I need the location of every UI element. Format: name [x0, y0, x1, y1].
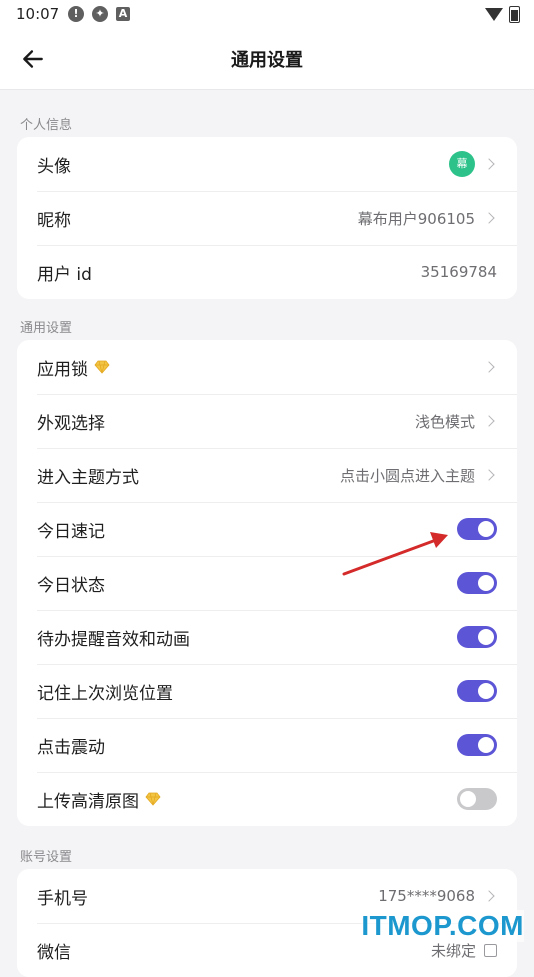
row-upload-hd: 上传高清原图 [17, 772, 517, 826]
todo-effects-toggle[interactable] [457, 626, 497, 648]
row-label: 进入主题方式 [37, 467, 139, 488]
watermark-logo: ITMOP.COM [361, 910, 524, 942]
appearance-value: 浅色模式 [414, 412, 475, 431]
sync-icon: ✦ [92, 6, 108, 22]
chevron-right-icon [483, 415, 495, 427]
battery-icon [509, 6, 520, 23]
click-vibrate-toggle[interactable] [457, 734, 497, 756]
status-bar: 10:07 ! ✦ A [0, 0, 534, 30]
chevron-right-icon [483, 890, 495, 902]
row-label: 外观选择 [37, 413, 105, 434]
status-system-icons [485, 6, 520, 23]
row-label: 微信 [37, 942, 71, 963]
phone-value: 175****9068 [378, 887, 475, 905]
row-label: 头像 [37, 156, 71, 177]
section-label-personal: 个人信息 [20, 118, 73, 133]
remember-position-toggle[interactable] [457, 680, 497, 702]
row-theme-entry[interactable]: 进入主题方式 点击小圆点进入主题 [17, 448, 517, 502]
row-label: 今日状态 [37, 575, 105, 596]
avatar: 幕 [449, 151, 475, 177]
alert-icon: ! [68, 6, 84, 22]
theme-entry-value: 点击小圆点进入主题 [339, 466, 475, 485]
row-label: 上传高清原图 [37, 791, 139, 812]
upload-hd-toggle[interactable] [457, 788, 497, 810]
diamond-icon [94, 360, 110, 374]
top-app-bar: 通用设置 [0, 30, 534, 90]
nickname-value: 幕布用户906105 [357, 209, 475, 228]
row-avatar[interactable]: 头像 幕 [17, 137, 517, 191]
row-app-lock[interactable]: 应用锁 [17, 340, 517, 394]
section-label-account: 账号设置 [20, 850, 73, 865]
row-label: 点击震动 [37, 737, 105, 758]
a-square-icon: A [116, 7, 130, 21]
chevron-right-icon [483, 361, 495, 373]
row-click-vibrate: 点击震动 [17, 718, 517, 772]
chevron-right-icon [483, 469, 495, 481]
row-label: 昵称 [37, 210, 71, 231]
row-user-id: 用户 id 35169784 [17, 245, 517, 299]
status-notification-icons: ! ✦ A [68, 6, 130, 22]
row-label: 应用锁 [37, 359, 88, 380]
row-label: 今日速记 [37, 521, 105, 542]
row-label: 用户 id [37, 264, 92, 285]
page-title: 通用设置 [231, 50, 303, 71]
general-settings-card: 应用锁 外观选择 浅色模式 进入主题方式 点击小圆点进入主题 今日速记 今日状态 [17, 340, 517, 826]
checkbox-icon [484, 943, 497, 957]
diamond-icon [145, 792, 161, 806]
today-status-toggle[interactable] [457, 572, 497, 594]
row-todo-effects: 待办提醒音效和动画 [17, 610, 517, 664]
section-label-general: 通用设置 [20, 321, 73, 336]
row-appearance[interactable]: 外观选择 浅色模式 [17, 394, 517, 448]
wechat-value: 未绑定 [430, 941, 476, 960]
row-label: 待办提醒音效和动画 [37, 629, 190, 650]
today-note-toggle[interactable] [457, 518, 497, 540]
status-time: 10:07 [16, 5, 60, 23]
user-id-value: 35169784 [420, 263, 497, 281]
row-nickname[interactable]: 昵称 幕布用户906105 [17, 191, 517, 245]
row-label: 手机号 [37, 888, 88, 909]
row-label: 记住上次浏览位置 [37, 683, 173, 704]
personal-info-card: 头像 幕 昵称 幕布用户906105 用户 id 35169784 [17, 137, 517, 299]
chevron-right-icon [483, 212, 495, 224]
annotation-arrow-icon [342, 532, 448, 576]
row-remember-position: 记住上次浏览位置 [17, 664, 517, 718]
chevron-right-icon [483, 158, 495, 170]
wifi-icon [485, 8, 503, 21]
